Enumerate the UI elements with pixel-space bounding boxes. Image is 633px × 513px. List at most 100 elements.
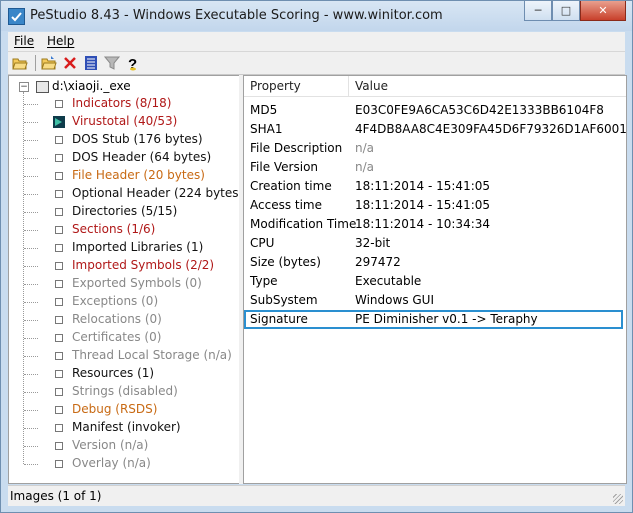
tree-item-file-header[interactable]: File Header (20 bytes) bbox=[9, 167, 240, 185]
property-cell: Creation time bbox=[250, 179, 332, 193]
minimize-icon: ─ bbox=[534, 4, 542, 17]
node-icon bbox=[55, 334, 63, 342]
delete-icon bbox=[64, 57, 76, 69]
property-cell: SHA1 bbox=[250, 122, 283, 136]
tree-item-thread-local-storage[interactable]: Thread Local Storage (n/a) bbox=[9, 347, 240, 365]
table-row[interactable]: SHA1 4F4DB8AA8C4E309FA45D6F79326D1AF60013… bbox=[244, 120, 626, 139]
tree-item-directories[interactable]: Directories (5/15) bbox=[9, 203, 240, 221]
tree-connector bbox=[24, 230, 38, 231]
tree-item-dos-header[interactable]: DOS Header (64 bytes) bbox=[9, 149, 240, 167]
tree-item-indicators[interactable]: Indicators (8/18) bbox=[9, 95, 240, 113]
properties-table: Property Value MD5 E03C0FE9A6CA53C6D42E13… bbox=[243, 75, 627, 484]
tree-connector bbox=[24, 446, 38, 447]
list-button[interactable] bbox=[83, 55, 99, 71]
close-button[interactable]: ✕ bbox=[580, 1, 626, 21]
tree-connector bbox=[24, 266, 38, 267]
tree-item-sections[interactable]: Sections (1/6) bbox=[9, 221, 240, 239]
open-file-icon bbox=[41, 56, 57, 70]
resize-grip-icon[interactable] bbox=[613, 494, 623, 504]
value-cell: E03C0FE9A6CA53C6D42E1333BB6104F8 bbox=[355, 103, 604, 117]
tree-item-virustotal[interactable]: Virustotal (40/53) bbox=[9, 113, 240, 131]
table-row[interactable]: Modification Time 18:11:2014 - 10:34:34 bbox=[244, 215, 626, 234]
table-row-selected[interactable]: Signature PE Diminisher v0.1 -> Teraphy bbox=[244, 310, 623, 329]
table-row[interactable]: CPU 32-bit bbox=[244, 234, 626, 253]
open-folder-button[interactable] bbox=[12, 55, 28, 71]
tree-item-certificates[interactable]: Certificates (0) bbox=[9, 329, 240, 347]
tree-item-version[interactable]: Version (n/a) bbox=[9, 437, 240, 455]
value-cell: n/a bbox=[355, 160, 375, 174]
node-icon bbox=[55, 370, 63, 378]
filter-button[interactable] bbox=[104, 55, 120, 71]
table-row[interactable]: Size (bytes) 297472 bbox=[244, 253, 626, 272]
tree-item-exceptions[interactable]: Exceptions (0) bbox=[9, 293, 240, 311]
value-cell: PE Diminisher v0.1 -> Teraphy bbox=[355, 312, 538, 326]
tree-item-label: Resources (1) bbox=[72, 366, 155, 380]
column-divider[interactable] bbox=[348, 76, 349, 96]
table-row[interactable]: SubSystem Windows GUI bbox=[244, 291, 626, 310]
table-row[interactable]: Access time 18:11:2014 - 15:41:05 bbox=[244, 196, 626, 215]
tree-connector bbox=[24, 464, 38, 465]
table-row[interactable]: Creation time 18:11:2014 - 15:41:05 bbox=[244, 177, 626, 196]
node-icon bbox=[55, 100, 63, 108]
title-bar[interactable]: PeStudio 8.43 - Windows Executable Scori… bbox=[1, 1, 632, 31]
property-cell: File Description bbox=[250, 141, 343, 155]
node-icon bbox=[55, 352, 63, 360]
tree-connector bbox=[24, 194, 38, 195]
help-icon: ? bbox=[128, 56, 137, 71]
tree-item-strings[interactable]: Strings (disabled) bbox=[9, 383, 240, 401]
node-icon bbox=[55, 442, 63, 450]
tree-pane[interactable]: − d:\xiaoji._exe Indicators (8/18) Virus… bbox=[8, 75, 241, 484]
node-icon bbox=[55, 190, 63, 198]
table-row[interactable]: Type Executable bbox=[244, 272, 626, 291]
tree-item-label: Imported Libraries (1) bbox=[72, 240, 204, 254]
tree-item-relocations[interactable]: Relocations (0) bbox=[9, 311, 240, 329]
tree-connector bbox=[24, 284, 38, 285]
tree-item-imported-symbols[interactable]: Imported Symbols (2/2) bbox=[9, 257, 240, 275]
node-icon bbox=[55, 136, 63, 144]
tree-item-imported-libraries[interactable]: Imported Libraries (1) bbox=[9, 239, 240, 257]
node-icon bbox=[55, 262, 63, 270]
property-cell: CPU bbox=[250, 236, 275, 250]
tree-connector bbox=[24, 356, 38, 357]
tree-connector bbox=[24, 212, 38, 213]
tree-item-label: Virustotal (40/53) bbox=[72, 114, 178, 128]
tree-item-debug[interactable]: Debug (RSDS) bbox=[9, 401, 240, 419]
property-cell: SubSystem bbox=[250, 293, 318, 307]
node-icon bbox=[55, 172, 63, 180]
tree-item-overlay[interactable]: Overlay (n/a) bbox=[9, 455, 240, 473]
tree-item-label: Strings (disabled) bbox=[72, 384, 178, 398]
collapse-icon[interactable]: − bbox=[19, 82, 29, 92]
tree-item-optional-header[interactable]: Optional Header (224 bytes) bbox=[9, 185, 240, 203]
open-file-button[interactable] bbox=[41, 55, 57, 71]
column-header-value[interactable]: Value bbox=[355, 79, 388, 93]
tree-item-manifest[interactable]: Manifest (invoker) bbox=[9, 419, 240, 437]
tree-item-exported-symbols[interactable]: Exported Symbols (0) bbox=[9, 275, 240, 293]
node-icon bbox=[55, 406, 63, 414]
value-cell: 18:11:2014 - 15:41:05 bbox=[355, 179, 491, 193]
menu-help[interactable]: Help bbox=[47, 34, 74, 48]
node-icon bbox=[55, 154, 63, 162]
tree-connector bbox=[24, 140, 38, 141]
node-icon bbox=[55, 460, 63, 468]
minimize-button[interactable]: ─ bbox=[524, 1, 552, 21]
column-header-property[interactable]: Property bbox=[250, 79, 301, 93]
tree-item-label: Overlay (n/a) bbox=[72, 456, 151, 470]
status-bar: Images (1 of 1) bbox=[8, 485, 625, 506]
maximize-button[interactable]: □ bbox=[552, 1, 580, 21]
tree-item-dos-stub[interactable]: DOS Stub (176 bytes) bbox=[9, 131, 240, 149]
tree-item-label: Indicators (8/18) bbox=[72, 96, 172, 110]
tree-item-label: DOS Stub (176 bytes) bbox=[72, 132, 203, 146]
node-icon bbox=[55, 208, 63, 216]
tree-item-label: Directories (5/15) bbox=[72, 204, 178, 218]
delete-button[interactable] bbox=[62, 55, 78, 71]
property-cell: MD5 bbox=[250, 103, 278, 117]
node-icon bbox=[55, 280, 63, 288]
tree-item-resources[interactable]: Resources (1) bbox=[9, 365, 240, 383]
menu-file-label: File bbox=[14, 34, 35, 48]
table-row[interactable]: File Description n/a bbox=[244, 139, 626, 158]
table-row[interactable]: MD5 E03C0FE9A6CA53C6D42E1333BB6104F8 bbox=[244, 101, 626, 120]
tree-connector bbox=[24, 428, 38, 429]
help-button[interactable]: ? bbox=[125, 55, 141, 71]
menu-file[interactable]: File bbox=[14, 34, 34, 48]
table-row[interactable]: File Version n/a bbox=[244, 158, 626, 177]
